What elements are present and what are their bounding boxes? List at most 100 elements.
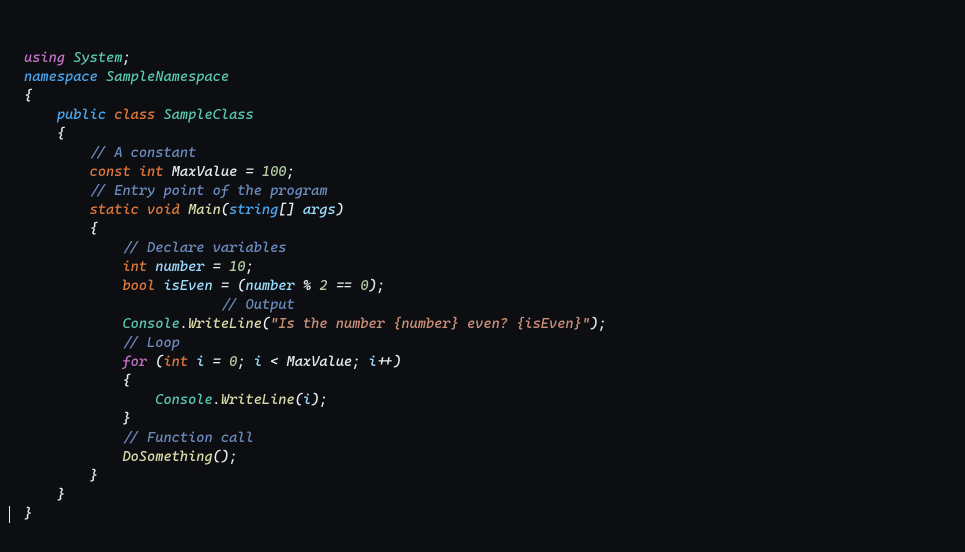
ident-iseven: isEven [163, 278, 212, 294]
code-line: { [24, 88, 32, 104]
op-eq: = [221, 278, 229, 294]
code-line: public class SampleClass [24, 107, 254, 123]
code-line: // Entry point of the program [24, 183, 328, 199]
code-line: // Function call [24, 430, 254, 446]
ident-i: i [303, 392, 311, 408]
ident-class: SampleClass [163, 107, 253, 123]
paren-close: ) [393, 354, 401, 370]
semicolon: ; [352, 354, 360, 370]
code-line: } [24, 487, 65, 503]
code-line: // Declare variables [24, 240, 287, 256]
semicolon: ; [377, 278, 385, 294]
kw-class: class [114, 107, 155, 123]
ident-console: Console [122, 316, 179, 332]
text-cursor [9, 506, 10, 523]
code-line: // Output [24, 297, 295, 313]
comment: // Loop [122, 335, 179, 351]
kw-static: static [90, 202, 139, 218]
paren-close: ) [369, 278, 377, 294]
ident-number: number [155, 259, 204, 275]
code-line: DoSomething(); [24, 449, 237, 465]
op-eq: = [213, 354, 221, 370]
ident-number: number [245, 278, 294, 294]
kw-namespace: namespace [24, 69, 98, 85]
ident-i: i [196, 354, 204, 370]
ident-i: i [369, 354, 377, 370]
brace-close: } [57, 487, 65, 503]
code-line: { [24, 221, 98, 237]
ident-console: Console [155, 392, 212, 408]
comment: // Function call [122, 430, 253, 446]
method-writeline: WriteLine [221, 392, 295, 408]
ident-maxvalue: MaxValue [287, 354, 353, 370]
brace-open: { [122, 373, 130, 389]
method-writeline: WriteLine [188, 316, 262, 332]
kw-const: const [90, 164, 131, 180]
brace-open: { [57, 126, 65, 142]
semicolon: ; [245, 259, 253, 275]
code-line: const int MaxValue = 100; [24, 164, 295, 180]
brackets: [] [278, 202, 294, 218]
ident-i: i [254, 354, 262, 370]
dot: . [213, 392, 221, 408]
brace-close: } [90, 468, 98, 484]
comment: // Declare variables [122, 240, 286, 256]
semicolon: ; [319, 392, 327, 408]
comment: // A constant [90, 145, 197, 161]
kw-string: string [229, 202, 278, 218]
paren-open: ( [262, 316, 270, 332]
number-lit: 10 [229, 259, 245, 275]
string-lit: "Is the number {number} even? {isEven}" [270, 316, 590, 332]
paren-open: ( [221, 202, 229, 218]
number-lit: 100 [262, 164, 287, 180]
kw-int: int [163, 354, 188, 370]
op-pp: ++ [377, 354, 393, 370]
code-line: static void Main(string[] args) [24, 202, 344, 218]
code-line: } [24, 411, 131, 427]
semicolon: ; [122, 50, 130, 66]
op-eqeq: == [336, 278, 352, 294]
paren-open: ( [213, 449, 221, 465]
paren-close: ) [590, 316, 598, 332]
semicolon: ; [237, 354, 245, 370]
paren-close: ) [221, 449, 229, 465]
code-line: // Loop [24, 335, 180, 351]
dot: . [180, 316, 188, 332]
code-line: Console.WriteLine("Is the number {number… [24, 316, 606, 332]
method-dosomething: DoSomething [122, 449, 212, 465]
code-line: bool isEven = (number % 2 == 0); [24, 278, 385, 294]
kw-using: using [24, 50, 65, 66]
code-line: } [24, 468, 98, 484]
comment: // Output [221, 297, 295, 313]
op-lt: < [270, 354, 278, 370]
kw-bool: bool [122, 278, 155, 294]
kw-public: public [57, 107, 106, 123]
comment: // Entry point of the program [90, 183, 328, 199]
kw-int: int [122, 259, 147, 275]
param-args: args [303, 202, 336, 218]
brace-close: } [122, 411, 130, 427]
code-line: Console.WriteLine(i); [24, 392, 328, 408]
code-line: int number = 10; [24, 259, 254, 275]
semicolon: ; [287, 164, 295, 180]
kw-for: for [122, 354, 147, 370]
brace-open: { [24, 88, 32, 104]
semicolon: ; [229, 449, 237, 465]
code-line: namespace SampleNamespace [24, 69, 229, 85]
semicolon: ; [598, 316, 606, 332]
kw-int: int [139, 164, 164, 180]
ident-const: MaxValue [172, 164, 238, 180]
code-editor[interactable]: using System; namespace SampleNamespace … [0, 0, 965, 552]
code-line: { [24, 126, 65, 142]
ident-namespace: SampleNamespace [106, 69, 229, 85]
paren-close: ) [336, 202, 344, 218]
brace-close: } [24, 506, 32, 522]
ident-system: System [73, 50, 122, 66]
op-mod: % [303, 278, 311, 294]
kw-void: void [147, 202, 180, 218]
code-line: using System; [24, 50, 131, 66]
code-line: for (int i = 0; i < MaxValue; i++) [24, 354, 401, 370]
code-line: } [24, 506, 32, 522]
op-eq: = [245, 164, 253, 180]
op-eq: = [213, 259, 221, 275]
